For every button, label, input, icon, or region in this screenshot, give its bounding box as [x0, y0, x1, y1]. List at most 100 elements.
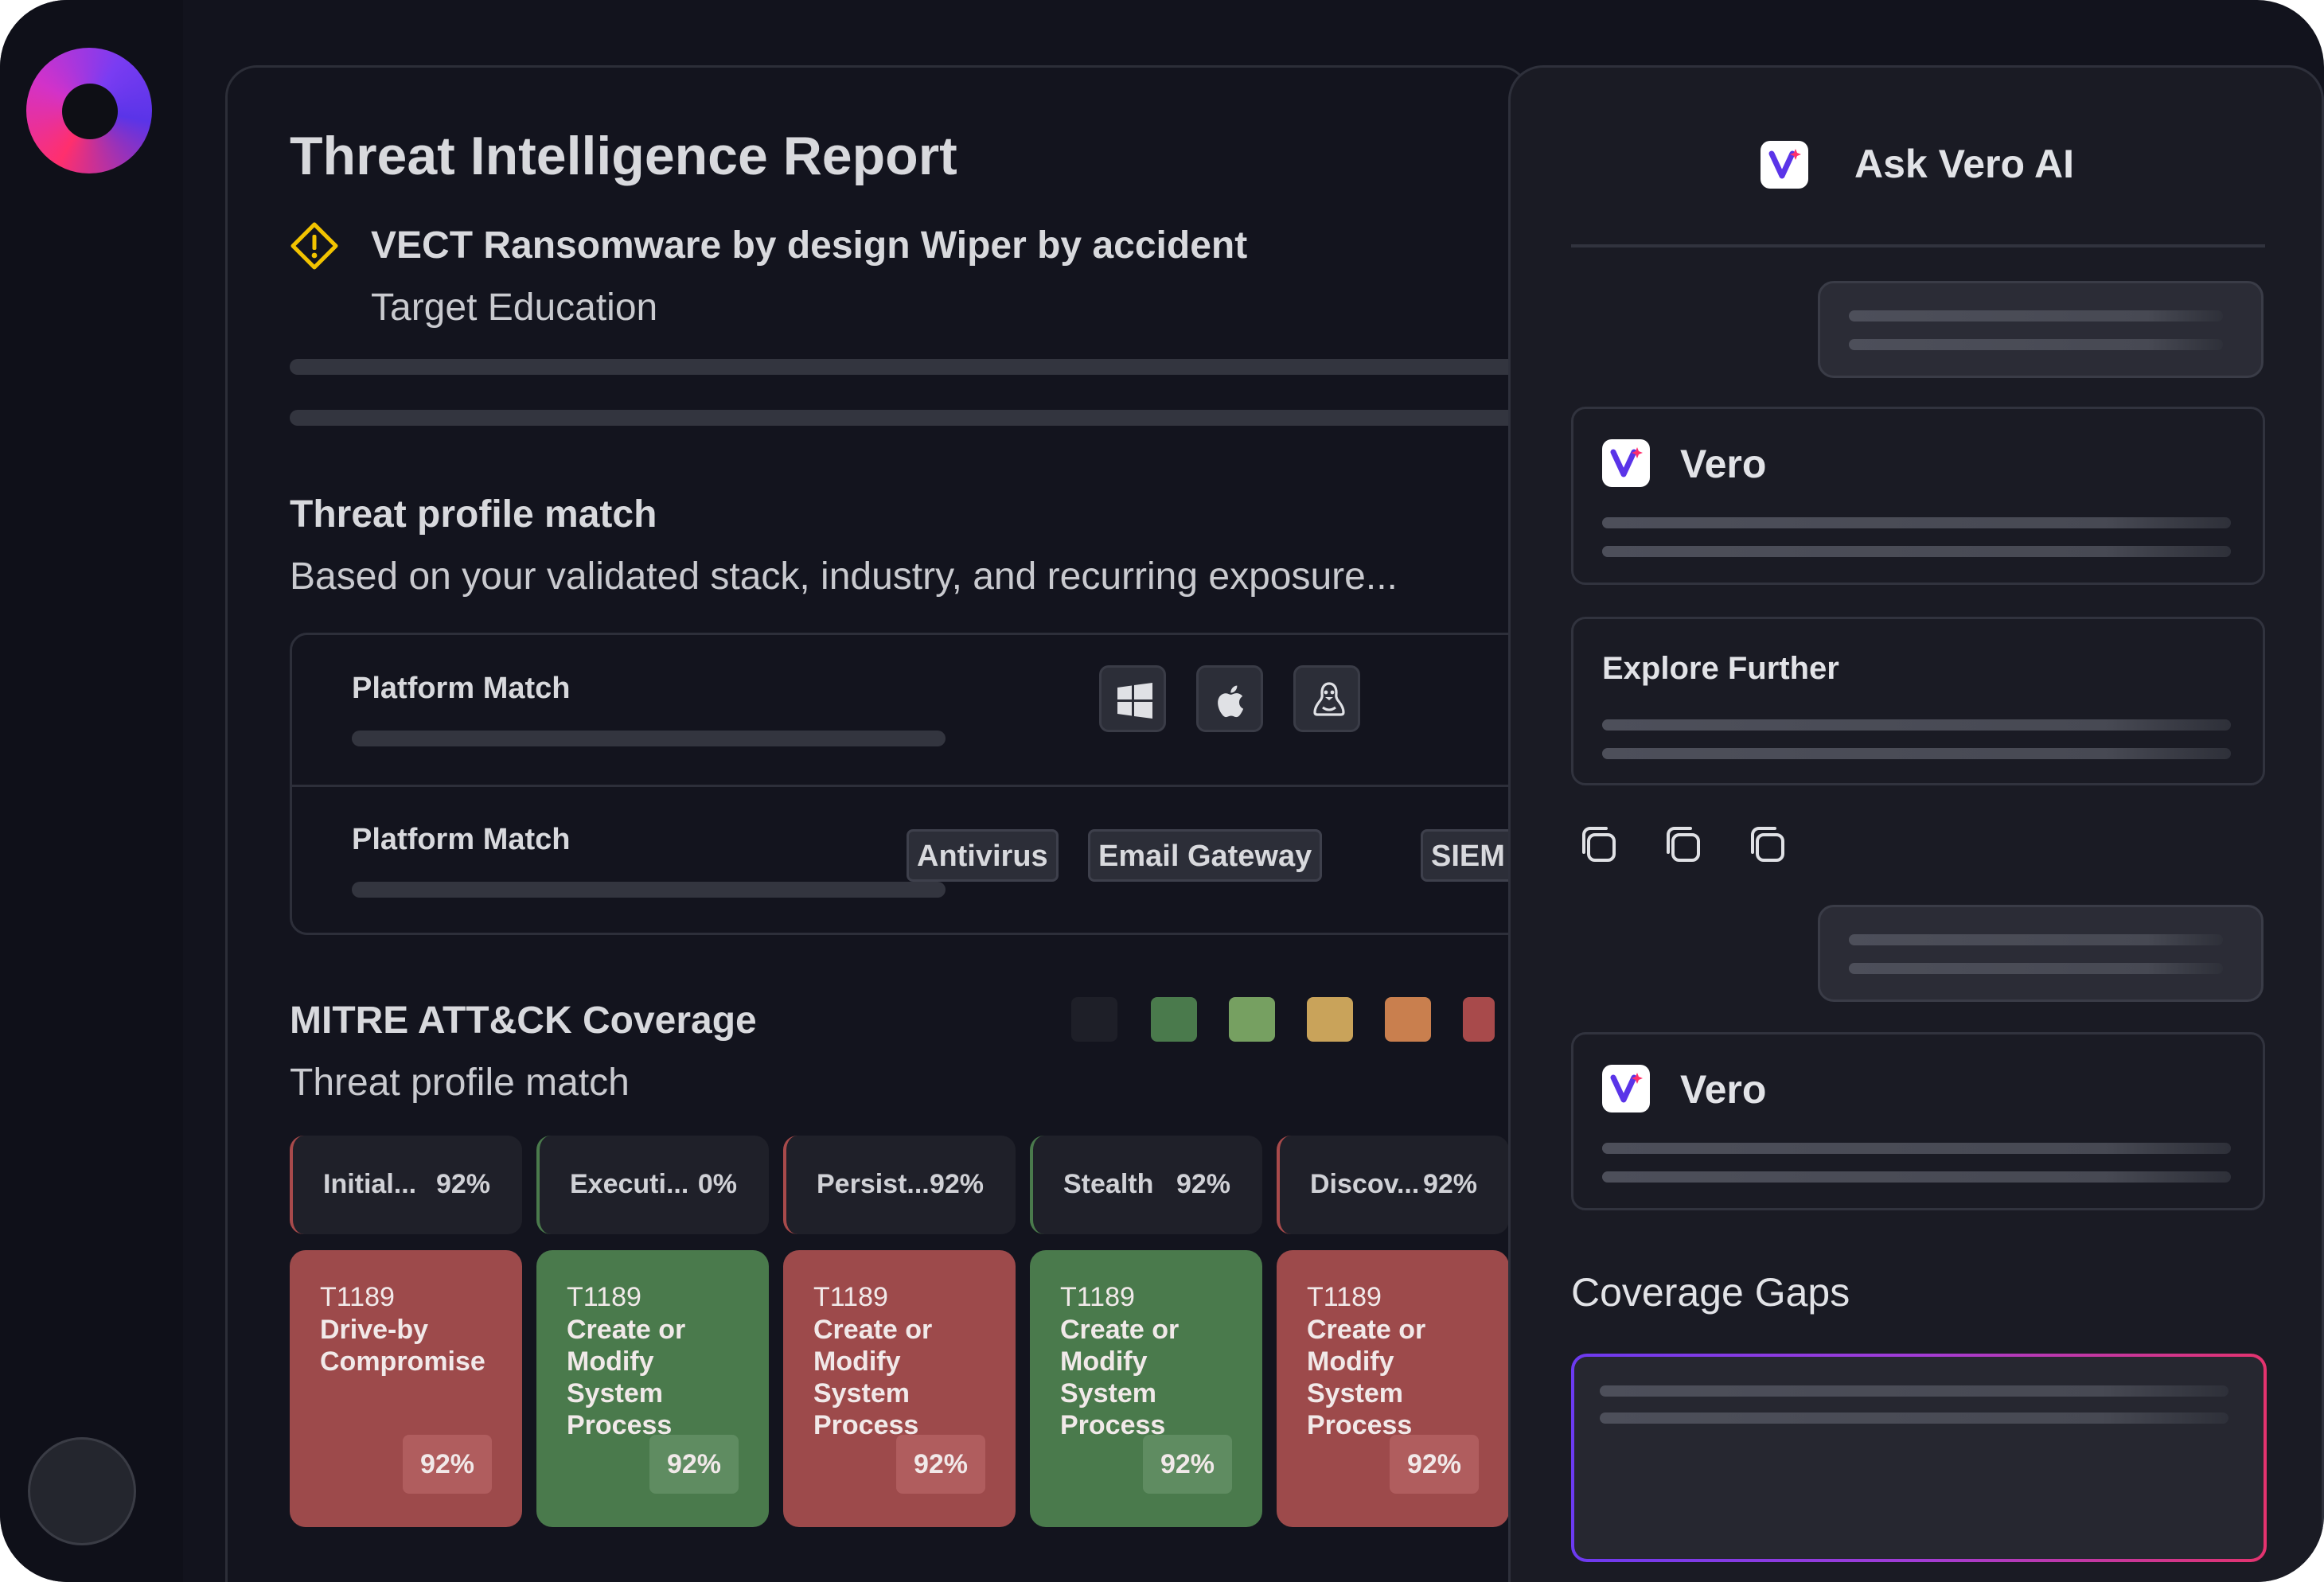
- linux-icon[interactable]: [1293, 665, 1360, 732]
- user-avatar[interactable]: [28, 1437, 136, 1545]
- tactic-percent: 92%: [929, 1169, 984, 1199]
- legend-swatch-red: [1463, 997, 1495, 1042]
- windows-icon[interactable]: [1099, 665, 1166, 732]
- app-frame: Threat Intelligence Report VECT Ransomwa…: [0, 0, 2324, 1582]
- technique-name: Create or Modify System Process: [1060, 1315, 1180, 1440]
- placeholder-line: [1602, 546, 2231, 557]
- sidebar: [0, 0, 183, 1582]
- tactic-tab-persistence[interactable]: Persist... 92%: [783, 1136, 1016, 1234]
- vero-label: Vero: [1680, 1067, 1767, 1112]
- technique-id: T1189: [1307, 1282, 1382, 1312]
- technique-percent-badge: 92%: [403, 1435, 492, 1494]
- mitre-title: MITRE ATT&CK Coverage: [290, 999, 757, 1042]
- placeholder-line: [290, 410, 1531, 426]
- technique-percent-badge: 92%: [649, 1435, 739, 1494]
- explore-further-card[interactable]: Explore Further: [1571, 617, 2265, 785]
- technique-id: T1189: [567, 1282, 641, 1312]
- tactic-name: Discov...: [1310, 1169, 1420, 1199]
- legend-swatch-dark-green: [1151, 997, 1197, 1042]
- chat-title: Ask Vero AI: [1854, 142, 2075, 186]
- coverage-gaps-content: [1574, 1357, 2264, 1559]
- technique-name: Drive-by Compromise: [320, 1315, 485, 1377]
- profile-description: Based on your validated stack, industry,…: [290, 555, 1398, 598]
- vero-logo-icon: [1602, 439, 1650, 487]
- tactic-tab-discovery[interactable]: Discov... 92%: [1277, 1136, 1509, 1234]
- coverage-gaps-input[interactable]: [1571, 1354, 2267, 1562]
- copy-icon[interactable]: [1745, 822, 1789, 867]
- platform-match-box: Platform Match Platform Match Antivirus …: [290, 633, 1534, 935]
- tactic-tab-initial[interactable]: Initial... 92%: [290, 1136, 522, 1234]
- legend-swatch-orange: [1385, 997, 1431, 1042]
- tactic-name: Executi...: [570, 1169, 689, 1199]
- divider: [1571, 244, 2265, 247]
- mitre-subtitle: Threat profile match: [290, 1062, 630, 1104]
- tactic-tab-execution[interactable]: Executi... 0%: [536, 1136, 769, 1234]
- placeholder-line: [352, 882, 946, 898]
- technique-id: T1189: [320, 1282, 395, 1312]
- apple-icon[interactable]: [1196, 665, 1263, 732]
- report-panel: Threat Intelligence Report VECT Ransomwa…: [225, 65, 1534, 1582]
- technique-card[interactable]: T1189 Create or Modify System Process 92…: [783, 1250, 1016, 1527]
- placeholder-line: [1600, 1412, 2228, 1424]
- technique-name: Create or Modify System Process: [813, 1315, 933, 1440]
- tactic-percent: 92%: [1176, 1169, 1230, 1199]
- divider: [292, 785, 1532, 787]
- tag-email-gateway[interactable]: Email Gateway: [1088, 829, 1323, 882]
- technique-card[interactable]: T1189 Create or Modify System Process 92…: [536, 1250, 769, 1527]
- vero-label: Vero: [1680, 442, 1767, 486]
- coverage-gaps-title: Coverage Gaps: [1571, 1270, 1850, 1315]
- placeholder-line: [1849, 310, 2223, 321]
- technique-percent-badge: 92%: [896, 1435, 985, 1494]
- user-message: [1818, 281, 2264, 378]
- legend-swatch-none: [1071, 997, 1117, 1042]
- tactic-percent: 92%: [1422, 1169, 1477, 1199]
- user-message: [1818, 905, 2264, 1002]
- technique-card[interactable]: T1189 Create or Modify System Process 92…: [1030, 1250, 1262, 1527]
- placeholder-line: [1849, 339, 2223, 350]
- placeholder-line: [1600, 1385, 2228, 1397]
- ask-vero-panel: Ask Vero AI Vero Explore Further Vero Co…: [1508, 65, 2324, 1582]
- tactic-name: Persist...: [817, 1169, 930, 1199]
- threat-name: VECT Ransomware by design Wiper by accid…: [371, 224, 1248, 267]
- technique-id: T1189: [813, 1282, 888, 1312]
- copy-icon[interactable]: [1660, 822, 1705, 867]
- placeholder-line: [1849, 963, 2223, 974]
- vero-message: Vero: [1571, 1032, 2265, 1210]
- vero-logo-icon: [1602, 1065, 1650, 1112]
- tactic-name: Initial...: [323, 1169, 417, 1199]
- tag-siem[interactable]: SIEM: [1421, 829, 1515, 882]
- technique-card[interactable]: T1189 Drive-by Compromise 92%: [290, 1250, 522, 1527]
- technique-percent-badge: 92%: [1390, 1435, 1479, 1494]
- placeholder-line: [1602, 517, 2231, 528]
- explore-further-label: Explore Further: [1602, 651, 1839, 686]
- technique-id: T1189: [1060, 1282, 1135, 1312]
- placeholder-line: [290, 359, 1531, 375]
- technique-card[interactable]: T1189 Create or Modify System Process 92…: [1277, 1250, 1509, 1527]
- profile-title: Threat profile match: [290, 493, 657, 536]
- platform-match-label: Platform Match: [352, 823, 571, 856]
- placeholder-line: [1602, 1143, 2231, 1154]
- placeholder-line: [1602, 719, 2231, 731]
- technique-name: Create or Modify System Process: [1307, 1315, 1426, 1440]
- tag-antivirus[interactable]: Antivirus: [907, 829, 1059, 882]
- placeholder-line: [1602, 1171, 2231, 1183]
- warning-icon: [290, 222, 338, 270]
- platform-match-label: Platform Match: [352, 672, 571, 705]
- placeholder-line: [352, 731, 946, 746]
- legend-swatch-light-green: [1229, 997, 1275, 1042]
- placeholder-line: [1602, 748, 2231, 759]
- vero-message: Vero: [1571, 407, 2265, 585]
- app-logo-center: [62, 84, 118, 139]
- tactic-name: Stealth: [1063, 1169, 1154, 1199]
- vero-logo-icon: [1761, 141, 1808, 189]
- tactic-tab-stealth[interactable]: Stealth 92%: [1030, 1136, 1262, 1234]
- placeholder-line: [1849, 934, 2223, 945]
- technique-name: Create or Modify System Process: [567, 1315, 686, 1440]
- legend-swatch-yellow: [1307, 997, 1353, 1042]
- threat-target: Target Education: [371, 286, 658, 329]
- technique-percent-badge: 92%: [1143, 1435, 1232, 1494]
- tactic-percent: 0%: [697, 1169, 737, 1199]
- tactic-percent: 92%: [435, 1169, 490, 1199]
- page-title: Threat Intelligence Report: [290, 126, 957, 186]
- copy-icon[interactable]: [1576, 822, 1620, 867]
